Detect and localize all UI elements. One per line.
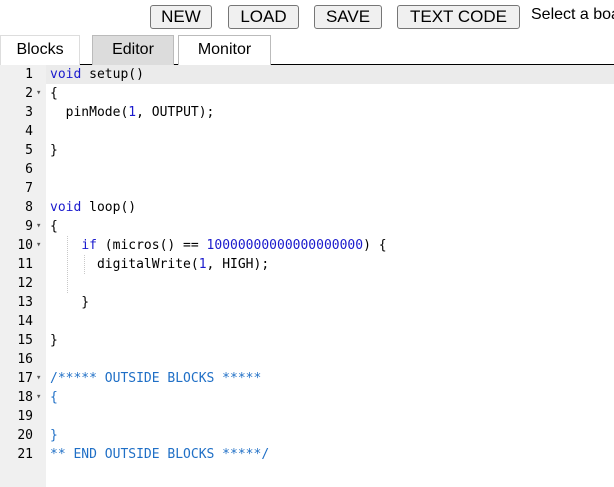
code-line[interactable]: 21 ** END OUTSIDE BLOCKS *****/ bbox=[0, 445, 614, 464]
code-line[interactable]: 9 ▾ { bbox=[0, 217, 614, 236]
code-text: /***** OUTSIDE BLOCKS ***** bbox=[50, 371, 262, 386]
line-number: 20 bbox=[17, 428, 33, 443]
code-line[interactable]: 11 digitalWrite(1, HIGH); bbox=[0, 255, 614, 274]
code-line[interactable]: 13 } bbox=[0, 293, 614, 312]
code-line[interactable]: 14 bbox=[0, 312, 614, 331]
code-text: } bbox=[50, 428, 58, 443]
line-number: 10 bbox=[17, 238, 33, 253]
code-line[interactable]: 3 pinMode(1, OUTPUT); bbox=[0, 103, 614, 122]
line-number: 12 bbox=[17, 276, 33, 291]
tab-blocks[interactable]: Blocks bbox=[0, 35, 80, 65]
code-text: { bbox=[50, 219, 58, 234]
line-number: 8 bbox=[25, 200, 33, 215]
line-number: 3 bbox=[25, 105, 33, 120]
fold-arrow-icon[interactable]: ▾ bbox=[36, 369, 41, 388]
code-line[interactable]: 7 bbox=[0, 179, 614, 198]
new-button[interactable]: NEW bbox=[150, 5, 212, 29]
line-number: 18 bbox=[17, 390, 33, 405]
line-number: 4 bbox=[25, 124, 33, 139]
line-number: 14 bbox=[17, 314, 33, 329]
fold-arrow-icon[interactable]: ▾ bbox=[36, 217, 41, 236]
code-line[interactable]: 16 bbox=[0, 350, 614, 369]
code-line[interactable]: 15} bbox=[0, 331, 614, 350]
code-text: void setup() bbox=[50, 67, 144, 82]
line-number: 1 bbox=[25, 67, 33, 82]
code-text: { bbox=[50, 86, 58, 101]
code-line[interactable]: 19 bbox=[0, 407, 614, 426]
code-line[interactable]: 17 ▾ /***** OUTSIDE BLOCKS ***** bbox=[0, 369, 614, 388]
text-code-button[interactable]: TEXT CODE bbox=[397, 5, 520, 29]
code-line[interactable]: 5} bbox=[0, 141, 614, 160]
code-line[interactable]: 6 bbox=[0, 160, 614, 179]
code-text: ** END OUTSIDE BLOCKS *****/ bbox=[50, 447, 270, 462]
code-text: digitalWrite(1, HIGH); bbox=[50, 257, 270, 272]
code-line[interactable]: 1 void setup() bbox=[0, 65, 614, 84]
code-text: void loop() bbox=[50, 200, 137, 215]
load-button[interactable]: LOAD bbox=[228, 5, 299, 29]
code-text: } bbox=[50, 295, 90, 310]
code-line[interactable]: 2 ▾ { bbox=[0, 84, 614, 103]
code-line[interactable]: 10 ▾ if (micros() == 10000000000000000000… bbox=[0, 236, 614, 255]
code-text: pinMode(1, OUTPUT); bbox=[50, 105, 215, 120]
code-text: } bbox=[50, 333, 58, 348]
line-number: 17 bbox=[17, 371, 33, 386]
code-text: } bbox=[50, 143, 58, 158]
line-number: 6 bbox=[25, 162, 33, 177]
code-line[interactable]: 4 bbox=[0, 122, 614, 141]
line-number: 7 bbox=[25, 181, 33, 196]
fold-arrow-icon[interactable]: ▾ bbox=[36, 388, 41, 407]
code-line[interactable]: 18 ▾ { bbox=[0, 388, 614, 407]
line-number: 11 bbox=[17, 257, 33, 272]
code-editor[interactable]: 1 void setup() 2 ▾{3 pinMode(1, OUTPUT); 4 5}… bbox=[0, 65, 614, 487]
tab-editor[interactable]: Editor bbox=[92, 35, 174, 65]
code-text: if (micros() == 10000000000000000000) { bbox=[81, 238, 387, 253]
line-number: 5 bbox=[25, 143, 33, 158]
line-number: 2 bbox=[25, 86, 33, 101]
fold-arrow-icon[interactable]: ▾ bbox=[36, 84, 41, 103]
line-number: 19 bbox=[17, 409, 33, 424]
toolbar: NEW LOAD SAVE TEXT CODE Select a boa bbox=[0, 0, 614, 34]
board-select-label[interactable]: Select a boa bbox=[531, 6, 614, 24]
code-line[interactable]: 8 void loop() bbox=[0, 198, 614, 217]
tab-monitor[interactable]: Monitor bbox=[178, 35, 271, 65]
code-line[interactable]: 20} bbox=[0, 426, 614, 445]
line-number: 21 bbox=[17, 447, 33, 462]
line-number: 16 bbox=[17, 352, 33, 367]
fold-arrow-icon[interactable]: ▾ bbox=[36, 236, 41, 255]
save-button[interactable]: SAVE bbox=[314, 5, 382, 29]
tab-bar: Blocks Editor Monitor bbox=[0, 35, 614, 65]
line-number: 13 bbox=[17, 295, 33, 310]
line-number: 15 bbox=[17, 333, 33, 348]
code-line[interactable]: 12 bbox=[0, 274, 614, 293]
line-number: 9 bbox=[25, 219, 33, 234]
code-text: { bbox=[50, 390, 58, 405]
